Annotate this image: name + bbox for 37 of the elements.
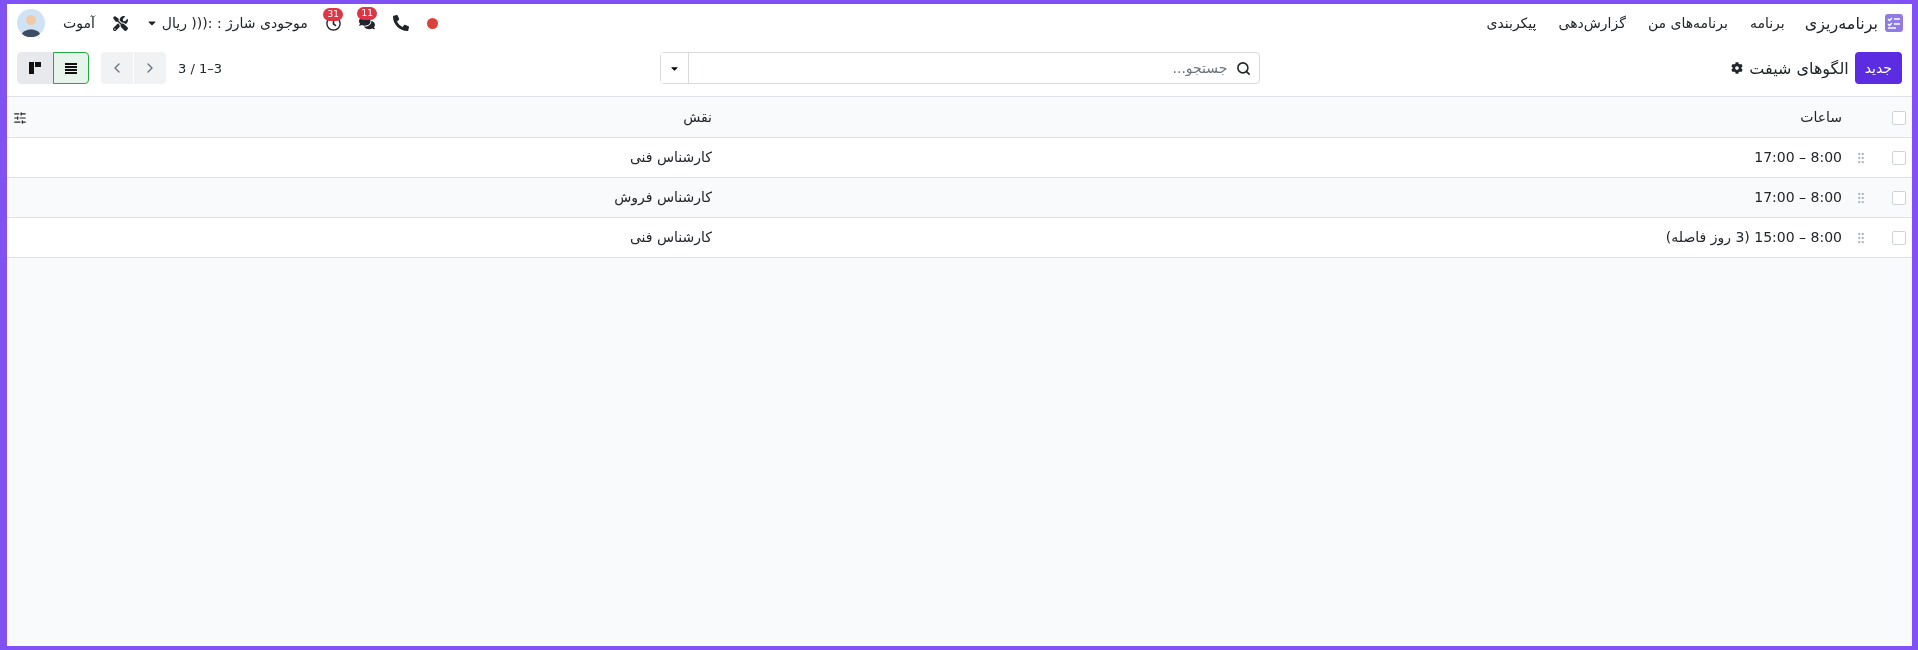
table-cell: 8:00 – 17:00 (1754, 189, 1842, 205)
status-dot[interactable] (426, 17, 438, 29)
search-icon (1235, 60, 1251, 76)
avatar-icon[interactable] (17, 9, 45, 37)
app-name[interactable]: برنامه‌ریزی (1804, 13, 1878, 33)
menu-item[interactable]: پیکربندی (1486, 15, 1537, 31)
kanban-icon (28, 61, 42, 75)
select-all-checkbox[interactable] (1892, 110, 1906, 125)
notification-count: 11 (357, 7, 377, 20)
table-cell: کارشناس فروش (614, 189, 712, 205)
table-cell: 8:00 – 15:00 (3 روز فاصله) (1665, 229, 1842, 245)
table-cell: کارشناس فنی (629, 149, 712, 165)
table-cell: کارشناس فنی (629, 229, 712, 245)
menu-item[interactable]: گزارش‌دهی (1558, 15, 1626, 31)
tools-icon[interactable] (112, 15, 128, 31)
company-name[interactable]: آموت (63, 15, 95, 31)
row-checkbox[interactable] (1892, 191, 1906, 205)
settings-icon[interactable] (1731, 62, 1744, 74)
app-logo-icon[interactable] (1884, 13, 1904, 33)
phone-icon[interactable] (392, 15, 409, 31)
search-bar[interactable]: جستجو... (659, 52, 1260, 84)
column-header[interactable]: نقش (683, 108, 712, 125)
page-title[interactable]: الگوهای شیفت (1749, 58, 1849, 78)
table-cell: 8:00 – 17:00 (1754, 149, 1842, 165)
menu-item[interactable]: برنامه‌های من (1647, 15, 1728, 31)
column-header[interactable]: ساعات (1800, 108, 1842, 125)
row-checkbox[interactable] (1892, 231, 1906, 245)
balance-dropdown[interactable]: موجودی شارژ : :((( ریال (145, 15, 308, 31)
pager-value[interactable]: 3 / 1–3 (178, 60, 222, 76)
column-settings-icon[interactable] (13, 110, 27, 125)
notification-count: 31 (323, 7, 343, 21)
new-button[interactable]: جدید (1854, 52, 1902, 84)
list-icon (64, 61, 78, 75)
search-field[interactable]: جستجو... (688, 53, 1232, 83)
view-switch-button[interactable] (53, 52, 89, 84)
row-checkbox[interactable] (1892, 151, 1906, 165)
menu-item[interactable]: برنامه (1749, 15, 1785, 31)
